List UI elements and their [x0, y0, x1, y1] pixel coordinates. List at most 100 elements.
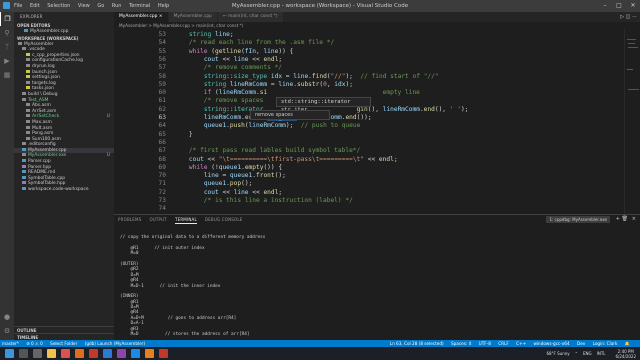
extensions-icon[interactable]: ▦: [0, 68, 14, 82]
encoding[interactable]: UTF-8: [479, 341, 491, 346]
explorer-icon[interactable]: ❐: [0, 12, 14, 26]
minimap-line: [628, 89, 639, 90]
tree-item-label: .vscode: [28, 47, 45, 53]
split-editor-icon[interactable]: ◫: [626, 14, 631, 20]
menu-terminal[interactable]: Terminal: [129, 3, 150, 9]
app-icon[interactable]: [89, 349, 98, 358]
tab-debug-console[interactable]: DEBUG CONSOLE: [205, 215, 243, 224]
minimize-icon[interactable]: –: [598, 0, 612, 12]
weather[interactable]: 68°F Sunny: [546, 351, 569, 356]
explorer-sidebar: EXPLORER OPEN EDITORS MyAssembler.cpp WO…: [14, 12, 114, 340]
tab-terminal[interactable]: TERMINAL: [174, 215, 197, 224]
tree-item-label: targets.log: [32, 80, 56, 86]
app-icon[interactable]: [117, 349, 126, 358]
terminal-output[interactable]: // copy the original data to a different…: [120, 235, 265, 337]
select-folder-status[interactable]: Select Folder: [50, 341, 77, 346]
run-debug-icon[interactable]: ▶: [0, 54, 14, 68]
breadcrumb[interactable]: MyAssembler > MyAssembler.cpp > main(int…: [114, 22, 640, 29]
bell-icon[interactable]: 🔔: [625, 341, 630, 346]
close-panel-icon[interactable]: ×: [632, 216, 636, 222]
app-icon[interactable]: [159, 349, 168, 358]
tree-item-label: MyAssembler: [24, 41, 54, 47]
app-icon[interactable]: [131, 349, 140, 358]
file-icon: [22, 187, 26, 191]
search-icon[interactable]: ⚲: [0, 26, 14, 40]
app-icon[interactable]: [145, 349, 154, 358]
close-icon[interactable]: ×: [159, 14, 163, 19]
run-icon[interactable]: ▷: [620, 14, 624, 20]
live-share[interactable]: Dev: [577, 341, 585, 346]
line-number: 64: [158, 122, 166, 130]
search-icon[interactable]: [19, 349, 28, 358]
minimap[interactable]: [624, 29, 640, 214]
tray-arrow-icon[interactable]: ⌃: [575, 351, 578, 356]
editor-tabs: MyAssembler.cpp × MyAssembler.cpp ← main…: [114, 12, 640, 22]
tree-item-label: Test_ASM: [28, 97, 49, 103]
file-icon: [22, 181, 26, 185]
cpp-config[interactable]: windows-gcc-x64: [533, 341, 569, 346]
problems-status[interactable]: ⊘ 0 ⚠ 0: [26, 341, 43, 346]
workspace-section[interactable]: WORKSPACE (WORKSPACE): [14, 35, 114, 42]
code-line: string line;: [174, 31, 234, 38]
start-icon[interactable]: [5, 349, 14, 358]
language[interactable]: ENG: [583, 351, 592, 356]
line-number: 59: [158, 80, 166, 88]
file-explorer-icon[interactable]: [47, 349, 56, 358]
tree-item-label: build \ Debug: [28, 91, 58, 97]
region[interactable]: INTL: [597, 351, 606, 356]
cursor-position[interactable]: Ln 63, Col 28 (8 selected): [390, 341, 444, 346]
code-editor[interactable]: 53 54 55 56 57 58 59 60 61 62 63 64 65 66 67 68 69 70 71 72…: [114, 29, 624, 214]
open-editor-label: MyAssembler.cpp: [30, 29, 69, 34]
gear-icon[interactable]: ⚙: [0, 324, 14, 338]
terminal-select[interactable]: 1: cppdbg: MyAssembler.exe: [546, 216, 610, 223]
browser-icon[interactable]: [61, 349, 70, 358]
tree-item-label: Parser.cpp: [28, 159, 51, 165]
source-control-icon[interactable]: ᛉ: [0, 40, 14, 54]
timeline-section[interactable]: TIMELINE: [14, 333, 114, 340]
clock[interactable]: 2:40 PM 6/24/2022: [610, 349, 636, 359]
vscode-taskbar-icon[interactable]: [103, 349, 112, 358]
tree-item[interactable]: workspace.code-workspace: [14, 187, 114, 193]
branch-status[interactable]: master*: [2, 341, 19, 346]
menu-view[interactable]: View: [78, 3, 90, 9]
language-mode[interactable]: C++: [516, 341, 526, 346]
tab-main[interactable]: ← main(int, char const *): [217, 12, 284, 22]
code-line: while (!queue1.empty()) {: [174, 163, 283, 171]
debug-launch-status[interactable]: (gdb) Launch (MyAssembler): [85, 341, 145, 346]
file-icon: [26, 69, 30, 73]
menu-file[interactable]: File: [14, 3, 22, 9]
add-terminal-icon[interactable]: +: [616, 216, 620, 222]
quick-fix-popup[interactable]: remove spaces: [250, 110, 330, 120]
tab-output[interactable]: OUTPUT: [149, 215, 167, 224]
menu-go[interactable]: Go: [97, 3, 104, 9]
more-icon[interactable]: ⋯: [632, 14, 637, 20]
file-icon: [22, 147, 26, 151]
account-status[interactable]: Login: Clark: [593, 341, 618, 346]
menu-run[interactable]: Run: [112, 3, 122, 9]
tab-myassembler-cpp-2[interactable]: MyAssembler.cpp: [168, 12, 218, 22]
tab-myassembler-cpp[interactable]: MyAssembler.cpp ×: [114, 12, 169, 22]
tree-item-label: Abs.asm: [32, 103, 51, 109]
menu-edit[interactable]: Edit: [30, 3, 40, 9]
indentation[interactable]: Spaces: 4: [451, 341, 471, 346]
file-icon: [26, 119, 30, 123]
file-icon: [22, 97, 26, 101]
file-icon: [22, 91, 26, 95]
maximize-icon[interactable]: □: [612, 0, 626, 12]
menu-selection[interactable]: Selection: [47, 3, 70, 9]
close-icon[interactable]: ✕: [626, 0, 640, 12]
open-editors-section[interactable]: OPEN EDITORS: [14, 22, 114, 29]
code-line: if (lineRmComm.si empty line: [174, 89, 420, 97]
quick-fix-text[interactable]: remove spaces: [255, 112, 293, 118]
task-view-icon[interactable]: [33, 349, 42, 358]
tab-problems[interactable]: PROBLEMS: [118, 215, 141, 224]
trash-icon[interactable]: 🗑: [622, 216, 628, 222]
menu-help[interactable]: Help: [158, 3, 169, 9]
line-ending[interactable]: CRLF: [498, 341, 509, 346]
outline-section[interactable]: OUTLINE: [14, 326, 114, 333]
file-icon: [26, 75, 30, 79]
account-icon[interactable]: ●: [0, 310, 14, 324]
minimap-line: [628, 47, 638, 48]
file-icon: [26, 86, 30, 90]
office-icon[interactable]: [75, 349, 84, 358]
